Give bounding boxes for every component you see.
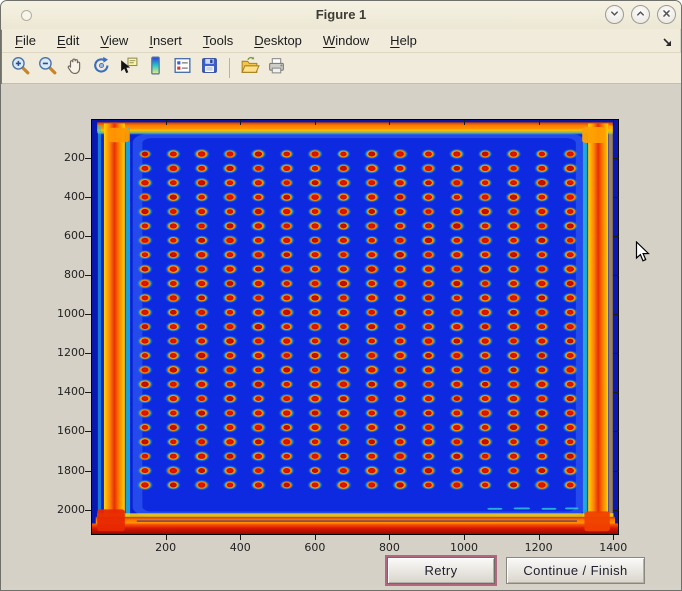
x-tick	[613, 535, 614, 540]
menu-file[interactable]: File	[15, 33, 36, 48]
menu-bar: File Edit View Insert Tools Desktop Window Help	[2, 29, 680, 53]
toolbar-separator	[229, 58, 230, 78]
save-figure-button[interactable]	[196, 55, 223, 81]
y-tick-label: 600	[41, 230, 85, 242]
y-tick-label: 800	[41, 269, 85, 281]
y-tick-right	[613, 510, 619, 511]
well-plate-image	[92, 120, 618, 534]
x-tick	[166, 535, 167, 540]
chevron-down-icon	[609, 7, 620, 22]
menu-view[interactable]: View	[100, 33, 128, 48]
y-tick-label: 1800	[41, 465, 85, 477]
x-tick	[464, 535, 465, 540]
menu-edit[interactable]: Edit	[57, 33, 79, 48]
x-tick-top	[464, 120, 465, 125]
plot-axes[interactable]	[91, 119, 619, 535]
data-cursor-button[interactable]	[115, 55, 142, 81]
chevron-up-icon	[635, 7, 646, 22]
close-button[interactable]	[657, 5, 676, 24]
y-tick	[85, 197, 91, 198]
y-tick-label: 1600	[41, 425, 85, 437]
rotate-3d-button[interactable]	[88, 55, 115, 81]
menu-items: File Edit View Insert Tools Desktop Window Help	[2, 33, 417, 48]
titlebar[interactable]: Figure 1	[1, 1, 681, 30]
y-tick-label: 1200	[41, 347, 85, 359]
x-tick-label: 400	[218, 542, 262, 554]
y-tick-label: 2000	[41, 504, 85, 516]
x-tick-top	[315, 120, 316, 125]
maximize-button[interactable]	[631, 5, 650, 24]
zoom-out-icon	[37, 55, 58, 81]
x-tick-top	[613, 120, 614, 125]
y-tick-right	[613, 314, 619, 315]
zoom-in-button[interactable]	[7, 55, 34, 81]
insert-legend-button[interactable]	[169, 55, 196, 81]
x-tick-top	[166, 120, 167, 125]
x-tick	[240, 535, 241, 540]
y-tick	[85, 392, 91, 393]
menu-desktop[interactable]: Desktop	[254, 33, 302, 48]
y-tick-right	[613, 471, 619, 472]
zoom-in-icon	[10, 55, 31, 81]
window-controls	[605, 5, 676, 24]
close-icon	[661, 7, 672, 22]
x-tick-top	[240, 120, 241, 125]
y-tick-right	[613, 392, 619, 393]
y-tick	[85, 471, 91, 472]
y-tick	[85, 236, 91, 237]
y-tick	[85, 353, 91, 354]
y-tick	[85, 510, 91, 511]
x-tick	[315, 535, 316, 540]
y-tick-right	[613, 236, 619, 237]
toolbar	[2, 53, 682, 84]
y-tick	[85, 275, 91, 276]
insert-colorbar-button[interactable]	[142, 55, 169, 81]
shade-button[interactable]	[605, 5, 624, 24]
y-tick-label: 1400	[41, 386, 85, 398]
continue-finish-button[interactable]: Continue / Finish	[506, 557, 645, 584]
x-tick	[539, 535, 540, 540]
x-tick-label: 800	[367, 542, 411, 554]
x-tick-label: 200	[144, 542, 188, 554]
x-tick-label: 1200	[517, 542, 561, 554]
insert-colorbar-icon	[145, 55, 166, 81]
insert-legend-icon	[172, 55, 193, 81]
y-tick-right	[613, 158, 619, 159]
figure-window: Figure 1 File Edit View Insert Tools Desktop W…	[0, 0, 682, 591]
retry-button[interactable]: Retry	[387, 557, 495, 584]
y-tick-label: 200	[41, 152, 85, 164]
menu-insert[interactable]: Insert	[149, 33, 182, 48]
dock-figure-icon[interactable]	[662, 35, 673, 53]
y-tick-label: 1000	[41, 308, 85, 320]
window-title: Figure 1	[1, 7, 681, 22]
print-figure-icon	[266, 55, 287, 81]
x-tick-top	[389, 120, 390, 125]
x-tick-label: 1000	[442, 542, 486, 554]
open-file-icon	[239, 55, 260, 81]
rotate-3d-icon	[91, 55, 112, 81]
y-tick	[85, 431, 91, 432]
menu-tools[interactable]: Tools	[203, 33, 233, 48]
x-tick-label: 600	[293, 542, 337, 554]
y-tick-right	[613, 353, 619, 354]
y-tick-label: 400	[41, 191, 85, 203]
pan-icon	[64, 55, 85, 81]
pan-button[interactable]	[61, 55, 88, 81]
menu-help[interactable]: Help	[390, 33, 417, 48]
y-tick-right	[613, 275, 619, 276]
y-tick	[85, 314, 91, 315]
menu-window[interactable]: Window	[323, 33, 369, 48]
x-tick-top	[539, 120, 540, 125]
save-figure-icon	[199, 55, 220, 81]
x-tick	[389, 535, 390, 540]
x-tick-label: 1400	[591, 542, 635, 554]
open-file-button[interactable]	[236, 55, 263, 81]
y-tick	[85, 158, 91, 159]
print-figure-button[interactable]	[263, 55, 290, 81]
zoom-out-button[interactable]	[34, 55, 61, 81]
data-cursor-icon	[118, 55, 139, 81]
y-tick-right	[613, 197, 619, 198]
y-tick-right	[613, 431, 619, 432]
